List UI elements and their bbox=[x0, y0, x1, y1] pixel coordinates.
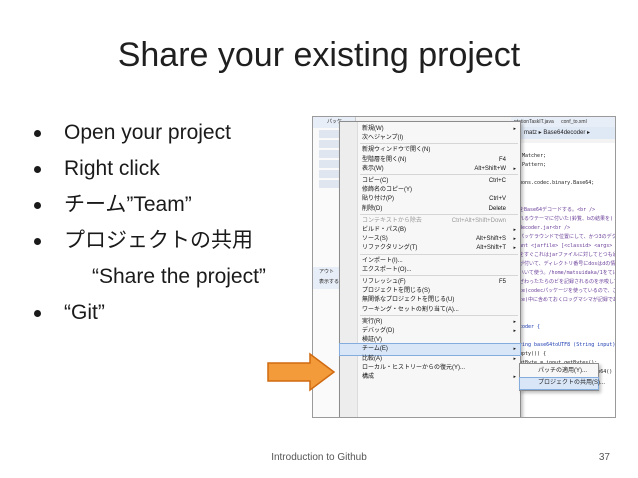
menu-separator bbox=[360, 253, 518, 255]
editor-tab[interactable]: conf_to.xml bbox=[558, 119, 590, 125]
code-line: れるウテーマに付いた(鈴覧、bの結果を) bbox=[519, 216, 614, 222]
code-line: mpty()) { bbox=[519, 351, 547, 357]
context-menu: 新規(W) ▸ 次へジャンプ(I) 新規ウィンドウで開く(N) 型階層を開く(N) F4 表… bbox=[339, 121, 521, 417]
code-line: ant <jarfile> [<classid> <args> bbox=[519, 243, 613, 249]
code-line: ce)codecパッケージを使っているので、これを bbox=[519, 288, 615, 294]
code-line: ぜわったたらのビを記録されるのを示唆して bbox=[519, 279, 615, 285]
page-number: 37 bbox=[598, 452, 610, 463]
eclipse-screenshot: パッケ アウト 表示する ntationTaskIT.java conf_to.… bbox=[312, 116, 616, 418]
code-line: ce)中に含めておくロッグマシマが記録である bbox=[519, 297, 615, 303]
bullet-item: チーム”Team” bbox=[34, 190, 324, 226]
slide-title: Share your existing project bbox=[117, 36, 521, 74]
submenu-item-label: プロジェクトの共用(S)... bbox=[538, 380, 605, 386]
menu-separator bbox=[360, 143, 518, 145]
submenu-item-share-project[interactable]: プロジェクトの共用(S)... bbox=[519, 377, 605, 390]
menu-item-label: 構成 bbox=[362, 374, 375, 380]
bullet-item: プロジェクトの共用 bbox=[34, 226, 324, 262]
code-line: .Matcher; bbox=[519, 153, 547, 159]
team-submenu: パッチの適用(Y)... プロジェクトの共用(S)... bbox=[519, 363, 605, 391]
code-line: をすぐこれはjarファイルに対してとつも通り bbox=[519, 252, 615, 258]
code-line: ring base64toUTF8 (String input) bbox=[519, 342, 615, 348]
bullet-item: Open your project bbox=[34, 118, 324, 154]
code-line: ハいて使う。/home/matsuidaka/1をてに置 bbox=[519, 270, 615, 276]
menu-item[interactable]: 構成 ▸ bbox=[340, 372, 520, 383]
code-line: coder { bbox=[519, 324, 541, 330]
editor-breadcrumb[interactable]: matz ▸ Base64decoder ▸ bbox=[521, 127, 615, 139]
code-line: .Pattern; bbox=[519, 162, 547, 168]
bullet-subitem: “Share the project” bbox=[92, 265, 266, 288]
code-line: が付いて、ディレクトリ番号にdosはdの情 bbox=[519, 261, 615, 267]
bullet-list: Open your project Right click チーム”Team” … bbox=[34, 118, 324, 334]
bullet-item: “Git” bbox=[34, 298, 324, 334]
code-line: mons.codec.binary.Base64; bbox=[519, 180, 595, 186]
menu-separator bbox=[360, 174, 518, 175]
menu-separator bbox=[360, 213, 518, 215]
bullet-item: Right click bbox=[34, 154, 324, 190]
menu-separator bbox=[360, 314, 518, 316]
submenu-arrow-icon: ▸ bbox=[513, 374, 516, 380]
menu-separator bbox=[360, 275, 518, 276]
code-line: をBase64デコードする。<br /> bbox=[519, 207, 596, 213]
code-line: decoder.jar<br /> bbox=[519, 225, 571, 231]
footer-text: Introduction to Github bbox=[271, 452, 367, 463]
code-line: パッケラウンドで位置にして、かつ3のデクト bbox=[519, 234, 615, 240]
submenu-item-label: パッチの適用(Y)... bbox=[538, 368, 587, 374]
pointer-arrow-icon bbox=[267, 352, 336, 392]
submenu-item[interactable]: パッチの適用(Y)... bbox=[520, 366, 598, 377]
